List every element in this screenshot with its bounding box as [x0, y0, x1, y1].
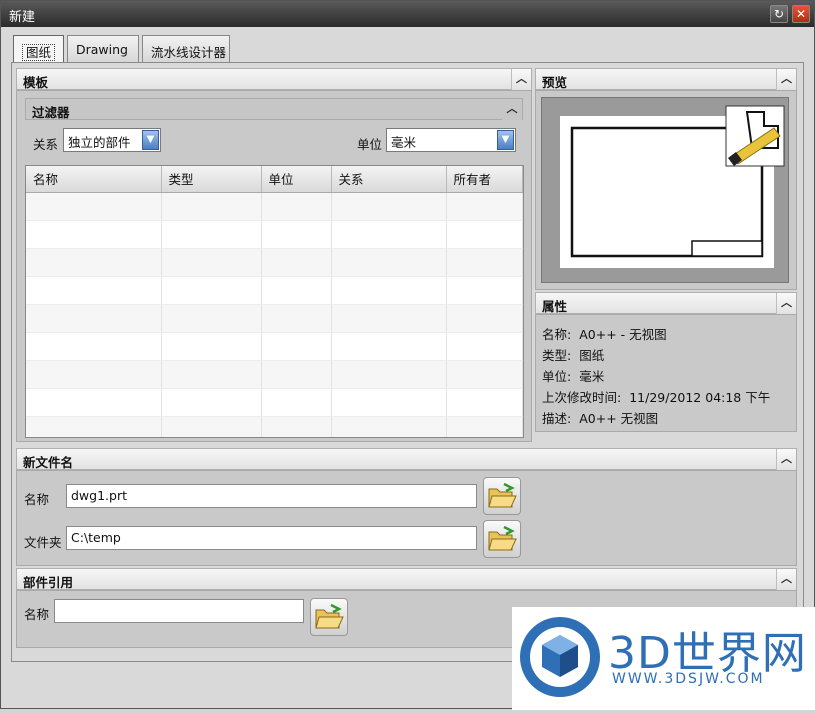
folder-label: 文件夹: [24, 535, 62, 550]
property-key: 上次修改时间:: [542, 390, 622, 405]
tab-drawing[interactable]: Drawing: [67, 35, 139, 63]
title-bar: 新建 ↻ ✕: [1, 1, 814, 27]
table-row[interactable]: [26, 276, 523, 305]
section-title: 部件引用: [23, 575, 74, 590]
table-row[interactable]: [26, 416, 523, 437]
property-key: 描述:: [542, 411, 572, 426]
property-value: A0++ 无视图: [579, 411, 659, 426]
property-value: 图纸: [579, 348, 605, 363]
collapse-icon[interactable]: ︿: [776, 69, 796, 90]
table-row[interactable]: [26, 360, 523, 389]
cube-logo-icon: [520, 617, 600, 697]
part-ref-name-input[interactable]: [54, 599, 304, 623]
browse-file-button[interactable]: [483, 477, 521, 515]
column-header-type[interactable]: 类型: [161, 166, 262, 193]
property-value: 毫米: [579, 369, 605, 384]
filter-title: 过滤器: [32, 105, 70, 120]
collapse-icon[interactable]: ︿: [776, 293, 796, 314]
section-title: 属性: [542, 299, 568, 314]
table-row[interactable]: [26, 332, 523, 361]
template-section-header[interactable]: 模板 ︿: [16, 68, 532, 90]
chevron-down-icon[interactable]: ▼: [142, 130, 159, 150]
relation-label: 关系: [33, 137, 59, 152]
tab-drawing-cn[interactable]: 图纸: [13, 35, 64, 64]
new-dialog: 新建 ↻ ✕ 图纸 Drawing 流水线设计器 模板 ︿ 过滤器 ︿ 关系 独…: [0, 0, 815, 710]
tab-label: 流水线设计器: [151, 45, 227, 60]
section-title: 预览: [542, 75, 568, 90]
table-row[interactable]: [26, 388, 523, 417]
property-modified: 上次修改时间: 11/29/2012 04:18 下午: [542, 387, 770, 406]
browse-part-button[interactable]: [310, 598, 348, 636]
new-file-section: 名称 dwg1.prt 文件夹 C:\temp: [16, 470, 797, 566]
template-table[interactable]: 名称 类型 单位 关系 所有者: [25, 165, 524, 438]
file-name-value: dwg1.prt: [71, 488, 127, 503]
column-header-owner[interactable]: 所有者: [446, 166, 523, 193]
property-name: 名称: A0++ - 无视图: [542, 324, 667, 343]
folder-value: C:\temp: [71, 530, 121, 545]
table-row[interactable]: [26, 192, 523, 221]
properties-section: 名称: A0++ - 无视图 类型: 图纸 单位: 毫米 上次修改时间: 11/29/2…: [535, 314, 797, 432]
column-header-name[interactable]: 名称: [26, 166, 162, 193]
property-unit: 单位: 毫米: [542, 366, 604, 385]
browse-folder-button[interactable]: [483, 520, 521, 558]
table-row[interactable]: [26, 248, 523, 277]
reset-icon[interactable]: ↻: [770, 5, 788, 23]
collapse-icon[interactable]: ︿: [776, 569, 796, 590]
unit-value: 毫米: [391, 135, 417, 150]
open-folder-icon: [488, 525, 517, 551]
property-value: 11/29/2012 04:18 下午: [629, 390, 771, 405]
part-ref-section-header[interactable]: 部件引用 ︿: [16, 568, 797, 590]
template-section: 过滤器 ︿ 关系 独立的部件 ▼ 单位 毫米 ▼ 名称 类型 单位 关系 所有者: [16, 90, 532, 442]
preview-section-header[interactable]: 预览 ︿: [535, 68, 797, 90]
property-description: 描述: A0++ 无视图: [542, 408, 658, 427]
folder-input[interactable]: C:\temp: [66, 526, 477, 550]
drawing-sheet-thumbnail: [560, 105, 785, 268]
section-title: 模板: [23, 75, 49, 90]
part-ref-name-label: 名称: [24, 607, 50, 622]
close-button[interactable]: ✕: [792, 5, 810, 23]
collapse-icon[interactable]: ︿: [776, 449, 796, 470]
watermark: 3D世界网 WWW.3DSJW.COM: [512, 607, 815, 710]
filter-header[interactable]: 过滤器 ︿: [25, 98, 523, 120]
open-folder-icon: [315, 603, 344, 629]
tab-pipeline-designer[interactable]: 流水线设计器: [142, 35, 230, 63]
unit-label: 单位: [357, 137, 383, 152]
table-row[interactable]: [26, 304, 523, 333]
drawing-preview: [541, 97, 789, 283]
section-title: 新文件名: [23, 455, 74, 470]
watermark-url: WWW.3DSJW.COM: [612, 671, 765, 687]
property-key: 类型:: [542, 348, 572, 363]
chevron-down-icon[interactable]: ▼: [497, 130, 514, 150]
unit-select[interactable]: 毫米 ▼: [386, 128, 516, 152]
relation-select[interactable]: 独立的部件 ▼: [63, 128, 161, 152]
column-header-unit[interactable]: 单位: [261, 166, 332, 193]
table-row[interactable]: [26, 220, 523, 249]
new-file-section-header[interactable]: 新文件名 ︿: [16, 448, 797, 470]
window-title: 新建: [9, 10, 36, 25]
column-header-relation[interactable]: 关系: [331, 166, 447, 193]
collapse-icon[interactable]: ︿: [502, 99, 522, 120]
tab-label: 图纸: [22, 44, 56, 61]
property-value: A0++ - 无视图: [579, 327, 667, 342]
property-type: 类型: 图纸: [542, 345, 604, 364]
tab-label: Drawing: [76, 42, 128, 57]
file-name-label: 名称: [24, 492, 50, 507]
properties-section-header[interactable]: 属性 ︿: [535, 292, 797, 314]
file-name-input[interactable]: dwg1.prt: [66, 484, 477, 508]
drawing-tool-icon: [725, 105, 785, 167]
property-key: 名称:: [542, 327, 572, 342]
collapse-icon[interactable]: ︿: [511, 69, 531, 90]
open-folder-icon: [488, 482, 517, 508]
relation-value: 独立的部件: [68, 135, 131, 150]
property-key: 单位:: [542, 369, 572, 384]
